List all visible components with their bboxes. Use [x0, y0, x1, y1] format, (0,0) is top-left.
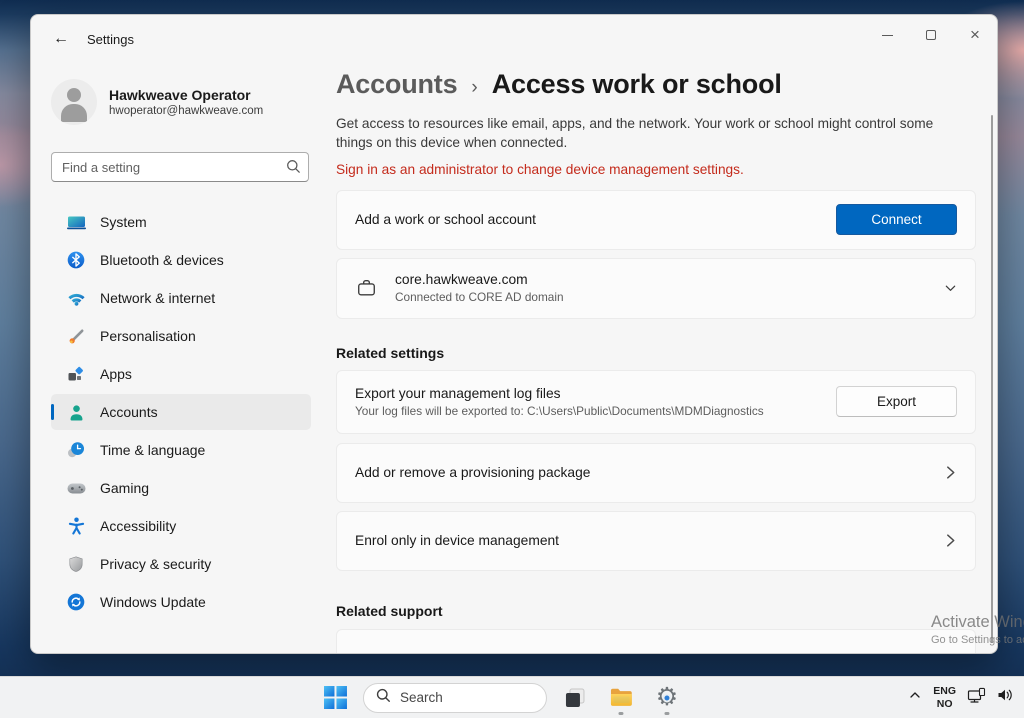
- sidebar-item-label: Apps: [100, 366, 132, 382]
- sidebar-item-apps[interactable]: Apps: [51, 356, 311, 392]
- sidebar-item-gaming[interactable]: Gaming: [51, 470, 311, 506]
- window-title: Settings: [87, 32, 134, 47]
- chevron-down-icon[interactable]: [944, 282, 957, 295]
- selected-accent-bar: [51, 404, 54, 420]
- export-logs-title: Export your management log files: [355, 386, 836, 401]
- bluetooth-icon: [66, 250, 86, 270]
- sidebar-item-label: Network & internet: [100, 290, 215, 306]
- sidebar-item-label: Privacy & security: [100, 556, 211, 572]
- tray-chevron-up-icon[interactable]: [908, 688, 922, 707]
- avatar-person-icon: [67, 88, 81, 102]
- windows-update-icon: [66, 592, 86, 612]
- sidebar-item-time-language[interactable]: Time & language: [51, 432, 311, 468]
- search-icon: [286, 159, 301, 179]
- breadcrumb-separator-icon: ›: [471, 77, 477, 99]
- sidebar-item-label: Personalisation: [100, 328, 196, 344]
- task-view-button[interactable]: [557, 680, 593, 716]
- accessibility-icon: [66, 516, 86, 536]
- running-indicator: [618, 712, 623, 715]
- enrol-label: Enrol only in device management: [355, 533, 932, 548]
- briefcase-icon: [355, 277, 377, 299]
- file-explorer-button[interactable]: [603, 680, 639, 716]
- apps-icon: [66, 364, 86, 384]
- back-button[interactable]: ←: [47, 25, 75, 53]
- sidebar-item-privacy-security[interactable]: Privacy & security: [51, 546, 311, 582]
- admin-warning: Sign in as an administrator to change de…: [336, 162, 976, 177]
- vertical-scrollbar[interactable]: [991, 115, 993, 643]
- main-content: Accounts › Access work or school Get acc…: [336, 15, 976, 654]
- breadcrumb: Accounts › Access work or school: [336, 69, 976, 100]
- sidebar-item-system[interactable]: System: [51, 204, 311, 240]
- network-tray-icon[interactable]: [967, 687, 986, 709]
- profile-name: Hawkweave Operator: [109, 87, 263, 103]
- settings-taskbar-button[interactable]: ⚙: [649, 680, 685, 716]
- search-icon: [376, 688, 391, 708]
- export-logs-path: Your log files will be exported to: C:\U…: [355, 404, 836, 418]
- domain-name: core.hawkweave.com: [395, 272, 932, 287]
- running-indicator: [664, 712, 669, 715]
- taskbar-center-group: Search ⚙: [317, 677, 685, 718]
- sidebar-item-bluetooth[interactable]: Bluetooth & devices: [51, 242, 311, 278]
- provisioning-card[interactable]: Add or remove a provisioning package: [336, 443, 976, 503]
- breadcrumb-parent[interactable]: Accounts: [336, 69, 457, 100]
- add-account-label: Add a work or school account: [355, 212, 836, 227]
- personalisation-icon: [66, 326, 86, 346]
- sidebar-item-label: Gaming: [100, 480, 149, 496]
- file-explorer-icon: [608, 687, 633, 708]
- volume-tray-icon[interactable]: [997, 687, 1014, 708]
- gaming-icon: [66, 478, 86, 498]
- enrol-card[interactable]: Enrol only in device management: [336, 511, 976, 571]
- avatar: [51, 79, 97, 125]
- page-description: Get access to resources like email, apps…: [336, 114, 970, 153]
- domain-status: Connected to CORE AD domain: [395, 290, 932, 304]
- sidebar-item-label: Accounts: [100, 404, 158, 420]
- taskbar: Search ⚙ ENG NO: [0, 676, 1024, 718]
- sidebar-item-accounts[interactable]: Accounts: [51, 394, 311, 430]
- sidebar-item-label: Time & language: [100, 442, 205, 458]
- page-title: Access work or school: [492, 69, 782, 100]
- sidebar-item-accessibility[interactable]: Accessibility: [51, 508, 311, 544]
- sidebar-item-label: System: [100, 214, 147, 230]
- export-button[interactable]: Export: [836, 386, 957, 417]
- settings-gear-icon: ⚙: [656, 685, 678, 710]
- sidebar-item-label: Accessibility: [100, 518, 176, 534]
- profile-email: hwoperator@hawkweave.com: [109, 105, 263, 117]
- taskbar-search-label: Search: [400, 690, 443, 705]
- sidebar-nav: System Bluetooth & devices Network & int…: [51, 204, 311, 620]
- connect-button[interactable]: Connect: [836, 204, 957, 235]
- sidebar-item-network[interactable]: Network & internet: [51, 280, 311, 316]
- settings-window: ← Settings × Hawkweave Operator hwoperat…: [30, 14, 998, 654]
- search-box: [51, 152, 311, 182]
- provisioning-label: Add or remove a provisioning package: [355, 465, 932, 480]
- sidebar-item-personalisation[interactable]: Personalisation: [51, 318, 311, 354]
- add-account-card: Add a work or school account Connect: [336, 190, 976, 250]
- time-language-icon: [66, 440, 86, 460]
- start-button[interactable]: [317, 680, 353, 716]
- domain-card[interactable]: core.hawkweave.com Connected to CORE AD …: [336, 258, 976, 319]
- related-support-card[interactable]: [336, 629, 976, 654]
- privacy-security-icon: [66, 554, 86, 574]
- taskbar-search[interactable]: Search: [363, 683, 547, 713]
- sidebar: Hawkweave Operator hwoperator@hawkweave.…: [31, 63, 331, 653]
- chevron-right-icon: [944, 533, 957, 548]
- search-input[interactable]: [51, 152, 309, 182]
- sidebar-item-label: Windows Update: [100, 594, 206, 610]
- related-support-header: Related support: [336, 603, 976, 619]
- user-profile[interactable]: Hawkweave Operator hwoperator@hawkweave.…: [51, 79, 311, 125]
- system-tray: ENG NO: [908, 677, 1018, 718]
- language-indicator[interactable]: ENG NO: [933, 685, 956, 709]
- accounts-icon: [66, 402, 86, 422]
- windows-logo-icon: [323, 686, 346, 709]
- desktop: ← Settings × Hawkweave Operator hwoperat…: [0, 0, 1024, 718]
- export-logs-card: Export your management log files Your lo…: [336, 370, 976, 434]
- task-view-icon: [563, 686, 587, 710]
- chevron-right-icon: [944, 465, 957, 480]
- system-icon: [66, 212, 86, 232]
- related-settings-header: Related settings: [336, 345, 976, 361]
- sidebar-item-label: Bluetooth & devices: [100, 252, 224, 268]
- network-icon: [66, 288, 86, 308]
- sidebar-item-windows-update[interactable]: Windows Update: [51, 584, 311, 620]
